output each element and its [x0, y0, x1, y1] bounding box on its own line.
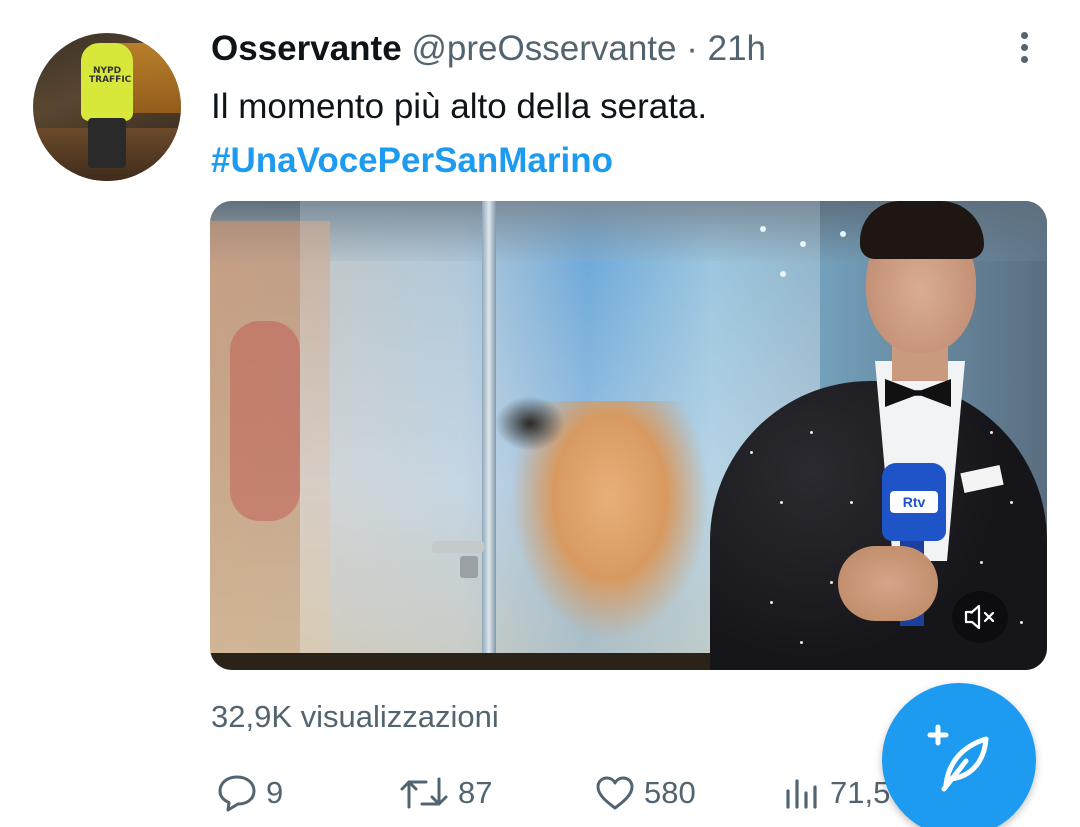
video-scene-red-blur [230, 321, 300, 521]
retweet-button[interactable]: 87 [398, 770, 492, 816]
video-mic-logo: Rtv [890, 491, 938, 513]
bar-chart-icon [786, 779, 817, 809]
hashtag-link[interactable]: #UnaVocePerSanMarino [211, 138, 613, 184]
compose-button[interactable] [882, 683, 1036, 827]
tweet[interactable]: NYPD TRAFFIC Osservante @preOsservante ·… [0, 0, 1080, 827]
avatar[interactable]: NYPD TRAFFIC [33, 33, 181, 181]
muted-speaker-icon[interactable] [952, 591, 1008, 643]
video-scene-door-lock [460, 556, 478, 578]
compose-feather-icon [927, 724, 989, 792]
video-scene-door-handle [432, 541, 484, 553]
author-handle[interactable]: @preOsservante [411, 29, 676, 68]
avatar-figure-legs [88, 118, 126, 168]
analytics-button[interactable]: 71,5 [782, 770, 890, 816]
reply-bubble-icon [218, 775, 256, 812]
reply-count: 9 [266, 775, 284, 810]
avatar-vest-text: NYPD TRAFFIC [89, 66, 132, 85]
like-button[interactable]: 580 [594, 770, 696, 816]
retweet-count: 87 [458, 775, 493, 810]
video-scene-blurred-head [495, 396, 565, 451]
heart-icon [596, 776, 634, 810]
view-count: 32,9K visualizzazioni [211, 699, 499, 734]
more-vertical-icon[interactable] [1010, 28, 1038, 68]
header-separator: · [686, 29, 698, 68]
video-scene-door-frame [482, 201, 496, 670]
like-count: 580 [644, 775, 696, 810]
tweet-time[interactable]: 21h [708, 29, 766, 68]
video-reporter-hands [838, 546, 938, 621]
analytics-count: 71,5 [830, 775, 891, 810]
retweet-icon [400, 777, 448, 809]
tweet-video[interactable]: Rtv [210, 201, 1047, 670]
video-reporter-hair [860, 201, 984, 259]
author-name[interactable]: Osservante [211, 29, 402, 68]
tweet-header: Osservante @preOsservante · 21h [211, 26, 766, 72]
reply-button[interactable]: 9 [216, 770, 283, 816]
tweet-text: Il momento più alto della serata. [211, 87, 708, 126]
